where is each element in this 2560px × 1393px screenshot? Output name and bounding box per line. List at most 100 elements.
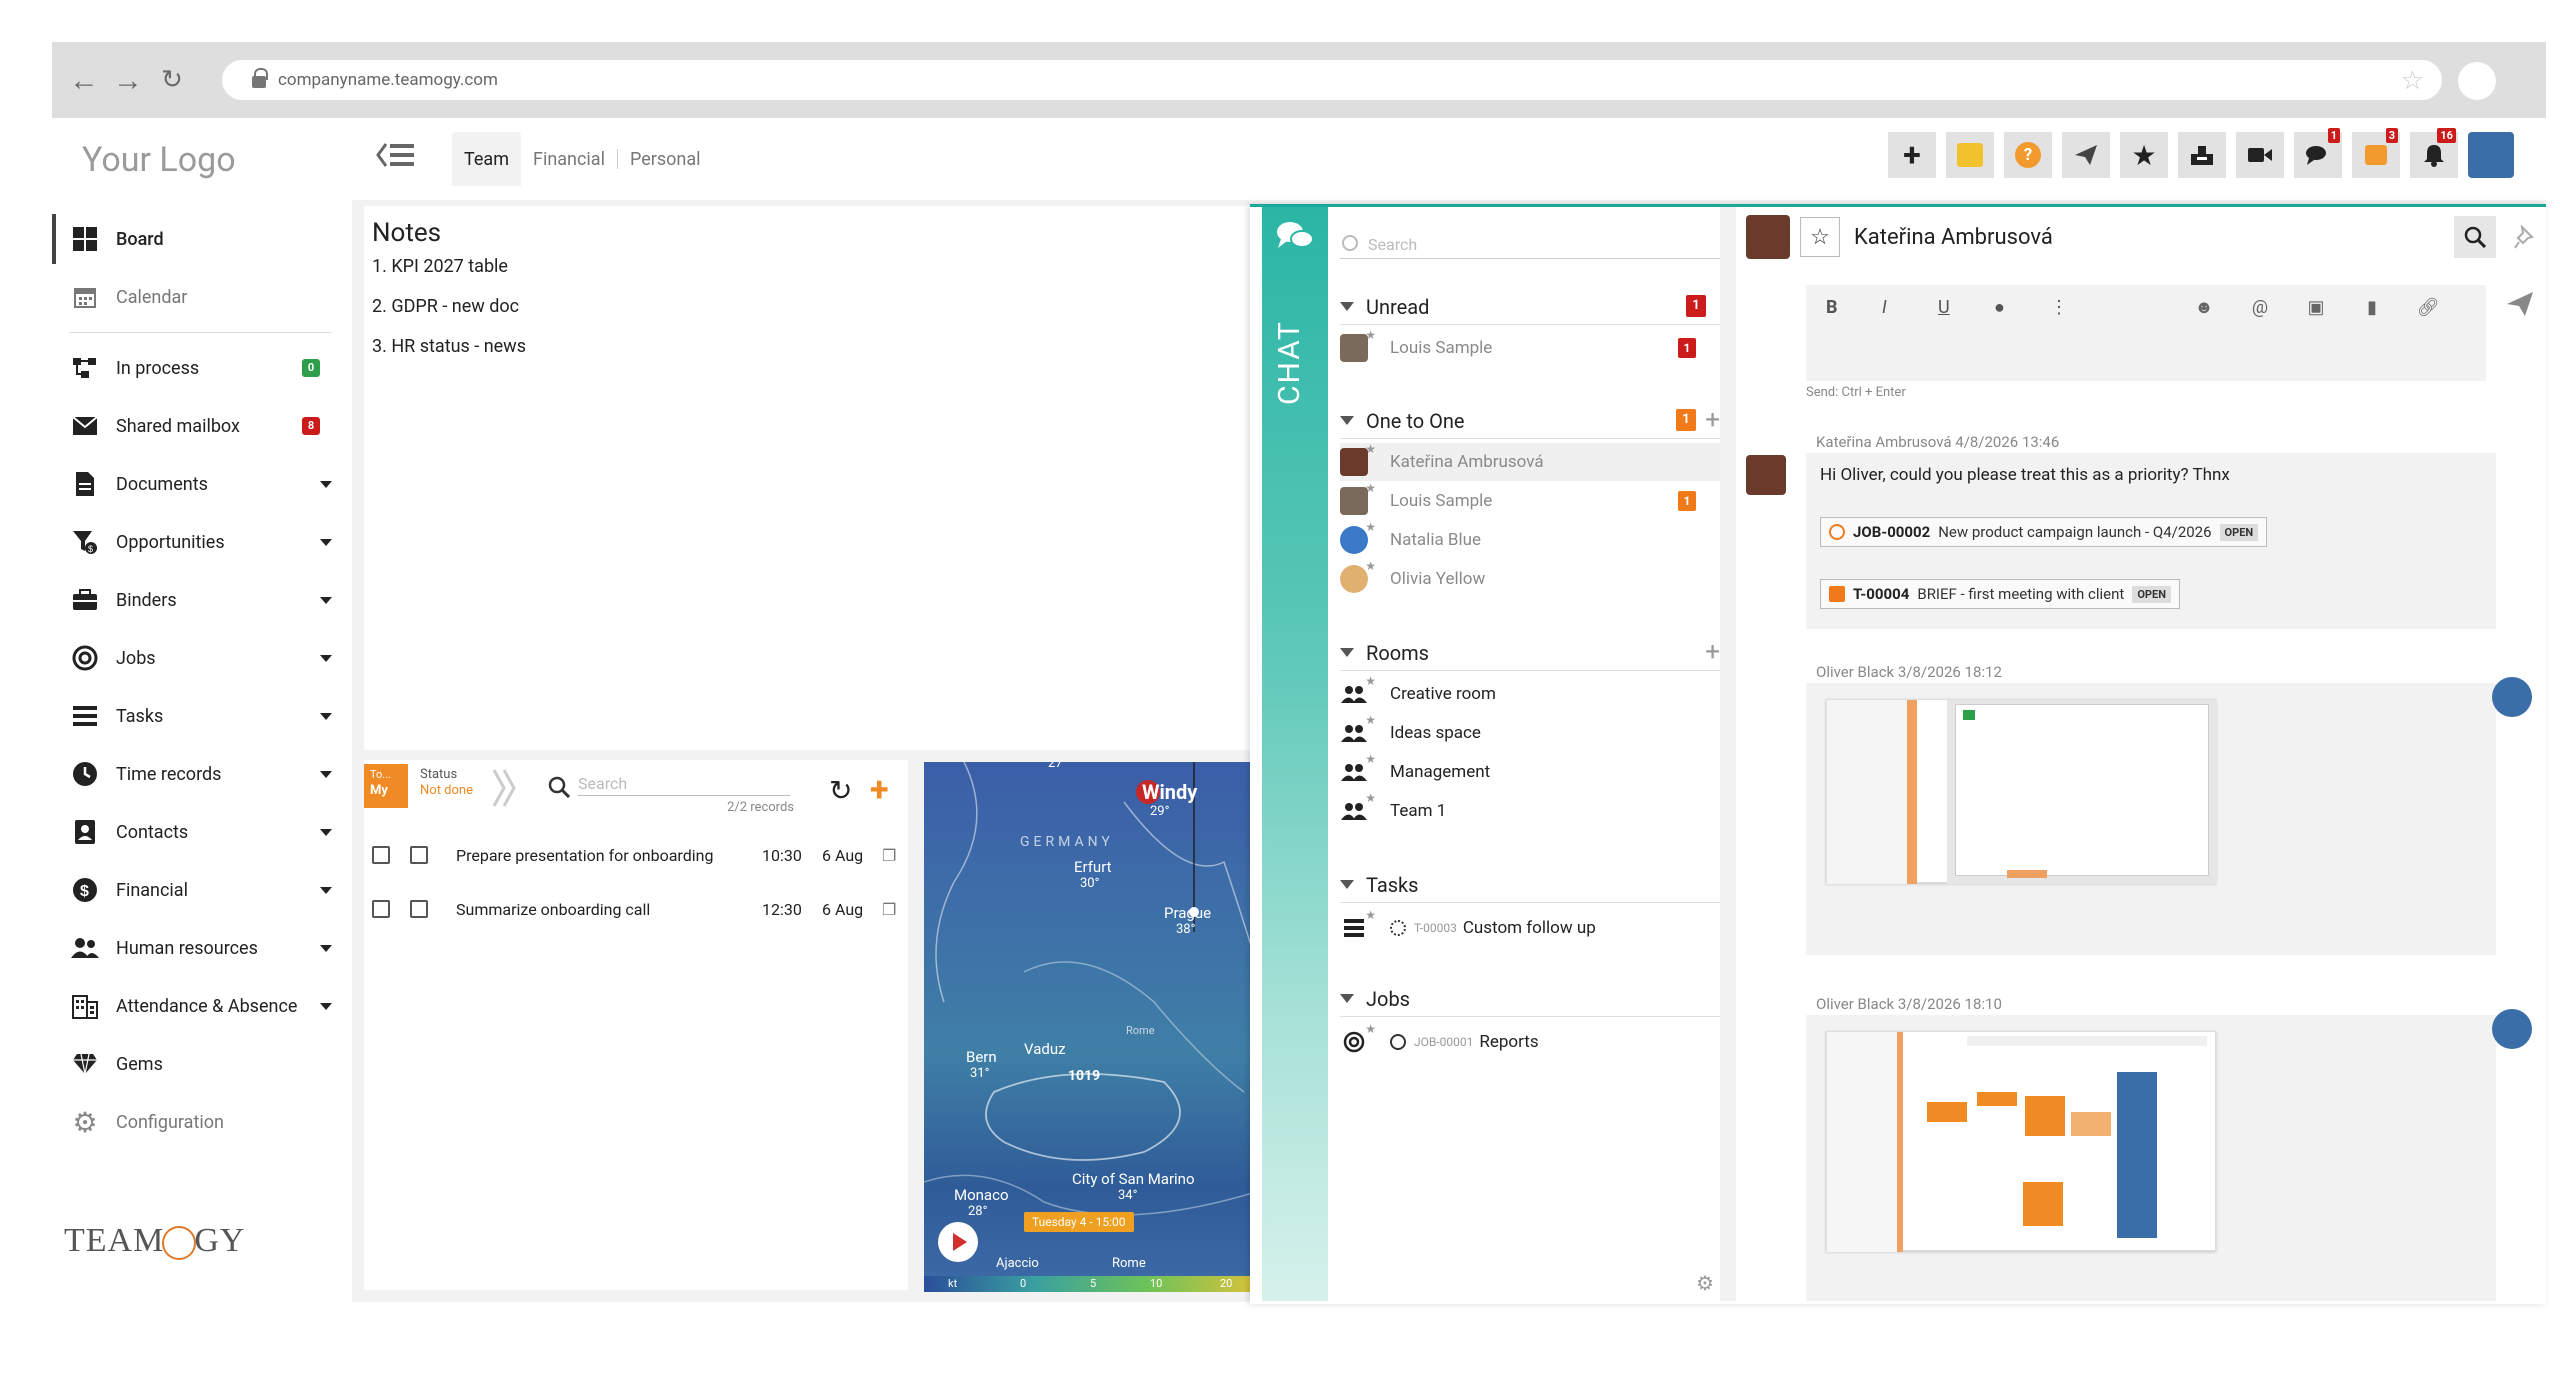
chevron-down-icon[interactable] [320, 481, 332, 488]
chevron-down-icon[interactable] [320, 713, 332, 720]
more-options-icon[interactable]: ⋮ [2050, 297, 2106, 318]
send-message-icon[interactable] [2506, 291, 2534, 324]
list-item[interactable]: ★ Ideas space [1340, 713, 1720, 752]
chat-settings-gear-icon[interactable]: ⚙ [1696, 1271, 1714, 1295]
browser-profile-icon[interactable] [2458, 62, 2496, 100]
sidebar-item-shared-mailbox[interactable]: Shared mailbox 8 [52, 397, 332, 455]
collapse-triangle-icon[interactable] [1340, 302, 1354, 311]
list-item[interactable]: ★ Louis Sample 1 [1340, 328, 1720, 367]
task-link-chip[interactable]: T-00004 BRIEF - first meeting with clien… [1820, 579, 2180, 609]
section-tasks[interactable]: Tasks [1340, 867, 1720, 903]
favorites-button[interactable]: ★ [2120, 132, 2168, 178]
tasks-search[interactable]: Search 2/2 records [544, 770, 804, 815]
back-icon[interactable]: ← [64, 60, 104, 100]
list-item[interactable]: ★ JOB-00001 Reports [1340, 1022, 1720, 1061]
sidebar-item-calendar[interactable]: Calendar [52, 268, 332, 326]
menu-toggle-icon[interactable] [376, 140, 416, 170]
help-button[interactable]: ? [2004, 132, 2052, 178]
address-bar[interactable]: companyname.teamogy.com ☆ [222, 60, 2442, 100]
sidebar-item-documents[interactable]: Documents [52, 455, 332, 513]
panel-splitter[interactable] [1720, 207, 1736, 1301]
inbox-button[interactable] [2178, 132, 2226, 178]
emoji-icon[interactable]: ☻ [2176, 297, 2232, 318]
pin-icon[interactable] [2504, 216, 2546, 258]
sidebar-item-attendance[interactable]: Attendance & Absence [52, 977, 332, 1035]
list-item[interactable]: ★ Creative room [1340, 674, 1720, 713]
link-icon[interactable]: 🔗︎ [2400, 297, 2456, 318]
user-avatar[interactable] [2468, 132, 2514, 178]
tab-team[interactable]: Team [452, 132, 521, 186]
job-link-chip[interactable]: JOB-00002 New product campaign launch - … [1820, 517, 2268, 547]
chevron-down-icon[interactable] [320, 1003, 332, 1010]
underline-icon[interactable]: U [1938, 297, 1994, 318]
note-line[interactable]: 1. KPI 2027 table [372, 256, 1252, 277]
sidebar-item-binders[interactable]: Binders [52, 571, 332, 629]
select-checkbox[interactable] [372, 900, 390, 918]
favorite-star-icon[interactable]: ☆ [1800, 217, 1840, 257]
done-checkbox[interactable] [410, 846, 428, 864]
tasks-notification-button[interactable]: 3 [2352, 128, 2400, 178]
list-item[interactable]: ★ Olivia Yellow [1340, 559, 1720, 598]
notes-button[interactable] [1946, 132, 1994, 178]
sidebar-item-contacts[interactable]: Contacts [52, 803, 332, 861]
note-line[interactable]: 2. GDPR - new doc [372, 296, 1252, 317]
add-icon[interactable]: + [1705, 405, 1720, 435]
color-drop-icon[interactable]: ● [1994, 297, 2050, 318]
sidebar-item-jobs[interactable]: Jobs [52, 629, 332, 687]
chevron-down-icon[interactable] [320, 829, 332, 836]
copy-icon[interactable]: ❐ [882, 846, 908, 865]
sidebar-item-gems[interactable]: Gems [52, 1035, 332, 1093]
task-title[interactable]: Summarize onboarding call [456, 900, 762, 919]
list-item[interactable]: ★ Team 1 [1340, 791, 1720, 830]
sidebar-item-time-records[interactable]: Time records [52, 745, 332, 803]
sidebar-item-financial[interactable]: $ Financial [52, 861, 332, 919]
video-button[interactable] [2236, 132, 2284, 178]
italic-icon[interactable]: I [1882, 297, 1938, 318]
chat-bubbles-icon[interactable] [1270, 211, 1320, 261]
sidebar-item-tasks[interactable]: Tasks [52, 687, 332, 745]
chat-button[interactable]: 1 [2294, 128, 2342, 178]
chevron-down-icon[interactable] [320, 771, 332, 778]
table-row[interactable]: Prepare presentation for onboarding 10:3… [364, 830, 908, 880]
tab-financial[interactable]: Financial [521, 132, 617, 186]
collapse-triangle-icon[interactable] [1340, 994, 1354, 1003]
search-icon[interactable] [2454, 216, 2496, 258]
tab-personal[interactable]: Personal [618, 132, 713, 186]
table-row[interactable]: Summarize onboarding call 12:30 6 Aug ❐ [364, 884, 908, 934]
list-item[interactable]: ★ T-00003 Custom follow up [1340, 908, 1720, 947]
collapse-triangle-icon[interactable] [1340, 416, 1354, 425]
forward-icon[interactable]: → [108, 60, 148, 100]
play-button[interactable] [938, 1222, 978, 1262]
collapse-triangle-icon[interactable] [1340, 880, 1354, 889]
select-checkbox[interactable] [372, 846, 390, 864]
weather-map-widget[interactable]: 27 Windy 29° GERMANY Erfurt 30° Prague 3… [924, 762, 1256, 1292]
chat-search-input[interactable]: Search [1340, 229, 1720, 259]
send-button[interactable] [2062, 132, 2110, 178]
notifications-button[interactable]: 16 [2410, 128, 2458, 178]
bookmark-star-icon[interactable]: ☆ [2401, 66, 2424, 96]
refresh-icon[interactable]: ↻ [829, 774, 852, 807]
section-unread[interactable]: Unread 1 [1340, 289, 1720, 325]
note-line[interactable]: 3. HR status - news [372, 336, 1252, 357]
sidebar-item-in-process[interactable]: In process 0 [52, 339, 332, 397]
chevron-down-icon[interactable] [320, 597, 332, 604]
filter-assignee[interactable]: To... My [364, 764, 408, 808]
message-composer[interactable]: B I U ● ⋮ ☻ @ ▣ ▮ 🔗︎ [1806, 285, 2486, 381]
bold-icon[interactable]: B [1826, 297, 1882, 318]
attachment-image[interactable] [1826, 1031, 2216, 1252]
list-item[interactable]: ★ Louis Sample 1 [1340, 481, 1720, 520]
sidebar-item-configuration[interactable]: ⚙ Configuration [52, 1093, 332, 1151]
list-item[interactable]: ★ Natalia Blue [1340, 520, 1720, 559]
sidebar-item-human-resources[interactable]: Human resources [52, 919, 332, 977]
chevron-down-icon[interactable] [320, 945, 332, 952]
reload-icon[interactable]: ↻ [152, 60, 192, 100]
list-item[interactable]: ★ Management [1340, 752, 1720, 791]
section-rooms[interactable]: Rooms + [1340, 635, 1720, 671]
sidebar-item-board[interactable]: Board [52, 210, 332, 268]
attachment-image[interactable] [1826, 699, 2217, 884]
copy-icon[interactable]: ❐ [882, 900, 908, 919]
section-one-to-one[interactable]: One to One 1 + [1340, 403, 1720, 439]
add-button[interactable]: + [1888, 132, 1936, 178]
chevron-down-icon[interactable] [320, 887, 332, 894]
chevron-down-icon[interactable] [320, 539, 332, 546]
